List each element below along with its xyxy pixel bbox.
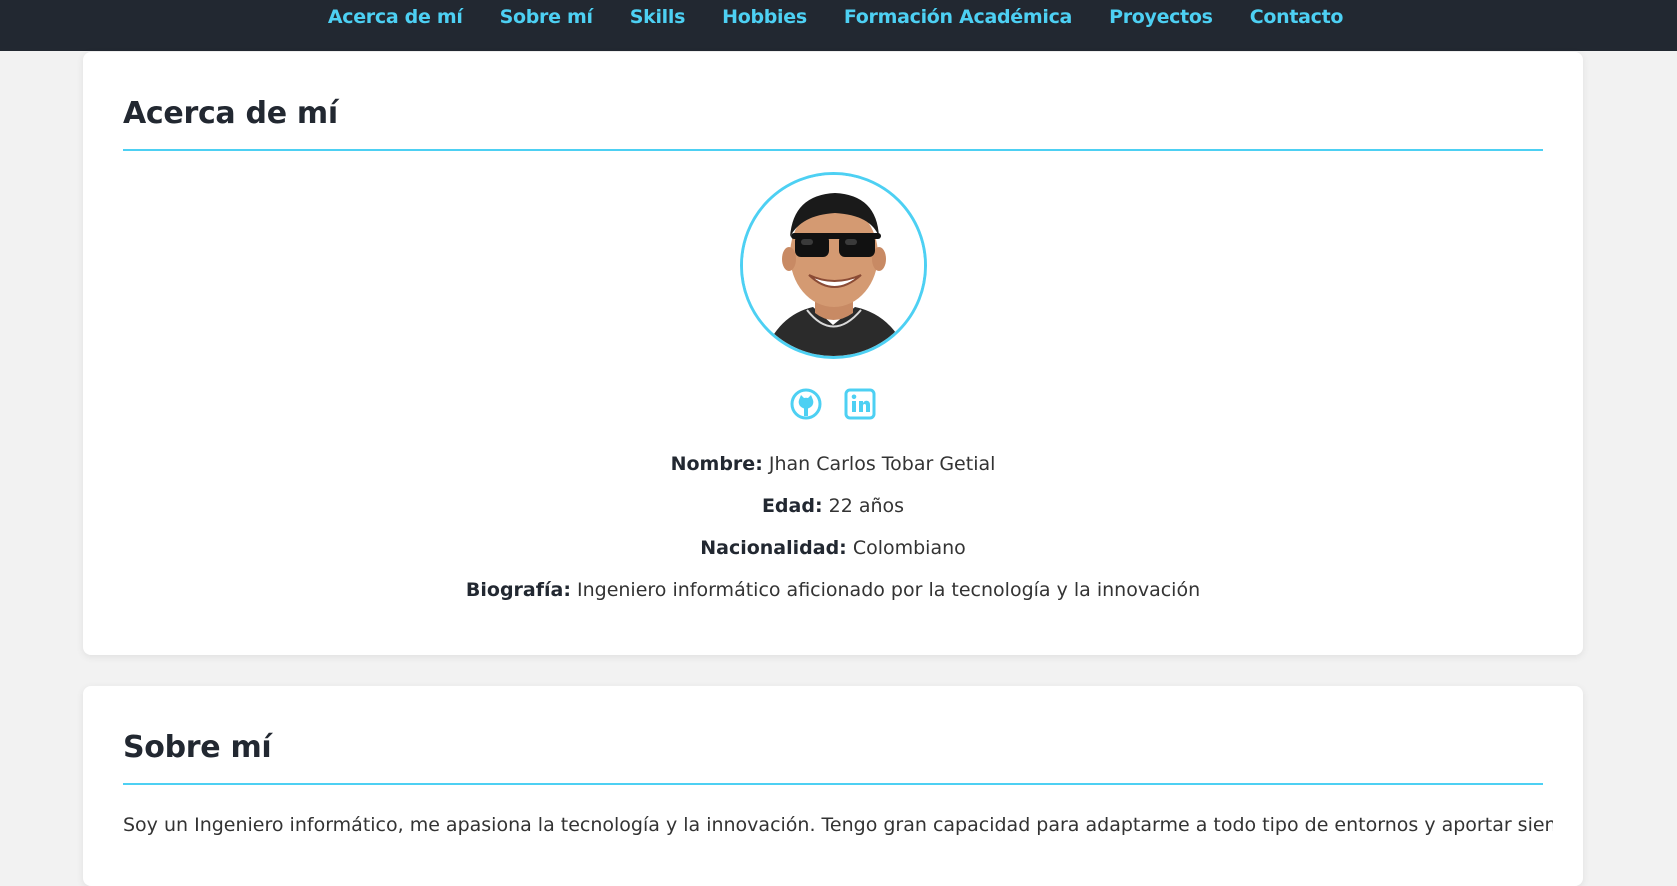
nav-link-acerca[interactable]: Acerca de mí: [328, 6, 463, 28]
nav-link-skills[interactable]: Skills: [630, 6, 686, 28]
social-links: [83, 388, 1583, 420]
sobre-card: Sobre mí Soy un Ingeniero informático, m…: [83, 686, 1583, 886]
about-title-underline: [123, 149, 1543, 151]
github-link[interactable]: [790, 388, 822, 420]
nav-link-formacion[interactable]: Formación Académica: [844, 6, 1073, 28]
info-edad-label: Edad:: [761, 495, 823, 517]
info-nacionalidad-value: Colombiano: [852, 537, 966, 559]
info-nacionalidad: Nacionalidad: Colombiano: [83, 537, 1583, 559]
sobre-paragraph: Soy un Ingeniero informático, me apasion…: [123, 814, 1553, 836]
nav-link-contacto[interactable]: Contacto: [1250, 6, 1344, 28]
nav-link-hobbies[interactable]: Hobbies: [722, 6, 807, 28]
info-nacionalidad-label: Nacionalidad:: [700, 537, 847, 559]
profile-avatar: [740, 172, 927, 359]
nav-link-proyectos[interactable]: Proyectos: [1109, 6, 1213, 28]
info-nombre-label: Nombre:: [670, 453, 763, 475]
info-biografia-value: Ingeniero informático aficionado por la …: [576, 579, 1201, 601]
sobre-title: Sobre mí: [123, 730, 272, 765]
about-title: Acerca de mí: [123, 96, 338, 131]
info-edad: Edad: 22 años: [83, 495, 1583, 517]
info-biografia: Biografía: Ingeniero informático aficion…: [83, 579, 1583, 601]
nav-link-sobre[interactable]: Sobre mí: [500, 6, 593, 28]
info-biografia-label: Biografía:: [465, 579, 571, 601]
profile-photo: [743, 175, 924, 356]
sobre-title-underline: [123, 783, 1543, 785]
about-card: Acerca de mí Nombre: Jhan Carlos Tobar G…: [83, 52, 1583, 655]
top-navbar: Acerca de mí Sobre mí Skills Hobbies For…: [0, 0, 1677, 51]
linkedin-icon: [844, 388, 876, 420]
info-nombre: Nombre: Jhan Carlos Tobar Getial: [83, 453, 1583, 475]
linkedin-link[interactable]: [844, 388, 876, 420]
info-edad-value: 22 años: [828, 495, 905, 517]
info-nombre-value: Jhan Carlos Tobar Getial: [768, 453, 996, 475]
github-icon: [790, 388, 822, 420]
